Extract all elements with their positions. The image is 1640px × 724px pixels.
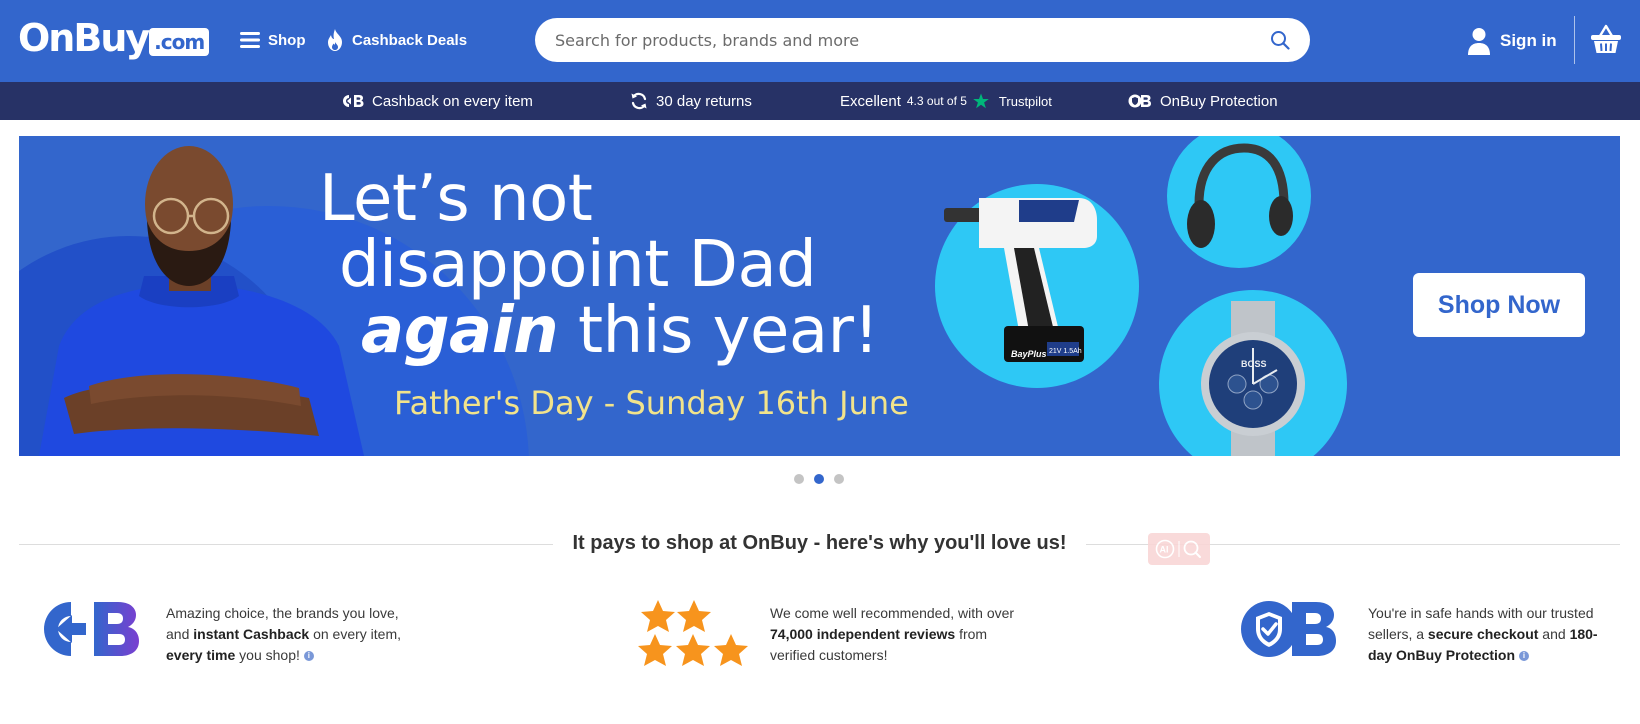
search-input[interactable] [555, 30, 1268, 50]
info-icon[interactable]: i [1519, 651, 1530, 662]
cb-logo-icon [343, 95, 364, 107]
feature-cashback: Amazing choice, the brands you love, and… [42, 600, 418, 666]
usp-returns-label: 30 day returns [656, 92, 752, 110]
shop-now-button[interactable]: Shop Now [1413, 273, 1585, 337]
carousel-dot-3[interactable] [834, 474, 844, 484]
usp-returns[interactable]: 30 day returns [630, 82, 752, 120]
hero-headline: Let’s not disappoint Dad again this year… [319, 166, 879, 364]
usp-protection-label: OnBuy Protection [1160, 92, 1278, 110]
feature-cashback-bold-1: instant Cashback [193, 626, 310, 642]
section-divider-left [19, 544, 553, 545]
logo-dotcom: .com [149, 28, 210, 56]
cashback-deals-link[interactable]: Cashback Deals [326, 28, 467, 52]
shop-menu-button[interactable]: Shop [240, 28, 306, 52]
cashback-icon [44, 602, 139, 656]
hero-line-3: again this year! [361, 298, 879, 364]
header-divider [1574, 16, 1575, 64]
carousel-dots [794, 474, 854, 484]
usp-cashback[interactable]: Cashback on every item [342, 82, 533, 120]
trustpilot-brand: Trustpilot [998, 93, 1052, 109]
ai-search-icon: AI [1155, 539, 1201, 559]
sign-in-label: Sign in [1500, 31, 1557, 50]
cashback-deals-label: Cashback Deals [352, 31, 468, 49]
feature-reviews-text-1: We come well recommended, with over [770, 605, 1015, 621]
usp-protection[interactable]: OnBuy Protection [1128, 82, 1278, 120]
hero-subtitle: Father's Day - Sunday 16th June [394, 384, 909, 422]
feature-protection-text-2: and [1538, 626, 1570, 642]
hero-line-1: Let’s not [319, 162, 593, 236]
sign-in-button[interactable]: Sign in [1468, 26, 1557, 56]
hero-banner[interactable]: BayPlus 21V 1.5Ah BOSS Let’s not disappo… [19, 136, 1620, 456]
drill-brand-text: BayPlus [1011, 349, 1047, 359]
search-button[interactable] [1268, 28, 1292, 52]
feature-protection-text: You're in safe hands with our trusted se… [1368, 603, 1616, 666]
drill-battery-text: 21V 1.5Ah [1049, 348, 1082, 355]
hamburger-menu-icon [240, 32, 260, 48]
feature-reviews-bold-1: 74,000 independent reviews [770, 626, 956, 642]
feature-reviews-text: We come well recommended, with over 74,0… [770, 603, 1020, 666]
trustpilot-score: 4.3 out of 5 [906, 94, 967, 108]
feature-cashback-text-2: on every item, [309, 626, 402, 642]
feature-protection: You're in safe hands with our trusted se… [1240, 600, 1616, 666]
usp-cashback-label: Cashback on every item [372, 92, 533, 110]
user-icon [1468, 28, 1490, 55]
info-icon[interactable]: i [303, 651, 314, 662]
carousel-dot-2[interactable] [814, 474, 824, 484]
usp-bar: Cashback on every item 30 day returns Ex… [0, 82, 1640, 120]
feature-cashback-text-3: you shop! [235, 647, 300, 663]
protection-shield-icon [1241, 601, 1336, 657]
search-icon [1271, 31, 1290, 50]
site-header: OnBuy .com Shop Cashback Deals Sign in [0, 0, 1640, 82]
search-bar [535, 18, 1310, 62]
trustpilot-star-icon [973, 93, 989, 109]
feature-reviews: We come well recommended, with over 74,0… [638, 600, 1020, 668]
feature-cashback-text: Amazing choice, the brands you love, and… [166, 603, 418, 666]
trustpilot-widget[interactable]: Excellent 4.3 out of 5 Trustpilot [840, 82, 1052, 120]
carousel-dot-1[interactable] [794, 474, 804, 484]
hero-line-2: disappoint Dad [339, 228, 817, 302]
logo-wordmark: OnBuy [18, 16, 150, 60]
onbuy-logo[interactable]: OnBuy .com [18, 16, 210, 62]
ai-search-badge[interactable]: AI [1148, 533, 1210, 565]
watch-brand-text: BOSS [1241, 359, 1267, 369]
hero-emphasis: again [361, 294, 559, 368]
flame-icon [328, 29, 342, 51]
why-section-title: It pays to shop at OnBuy - here's why yo… [572, 532, 1067, 554]
trustpilot-rating-label: Excellent [840, 92, 901, 110]
ob-protection-icon [1128, 94, 1151, 108]
svg-text:AI: AI [1160, 545, 1169, 555]
basket-icon [1591, 24, 1621, 53]
stars-icon [638, 600, 748, 666]
hero-line-3-rest: this year! [558, 294, 879, 368]
feature-cashback-bold-2: every time [166, 647, 236, 663]
feature-protection-bold-1: secure checkout [1427, 626, 1539, 642]
shop-menu-label: Shop [268, 31, 306, 49]
basket-button[interactable] [1590, 24, 1622, 56]
returns-refresh-icon [631, 92, 647, 110]
